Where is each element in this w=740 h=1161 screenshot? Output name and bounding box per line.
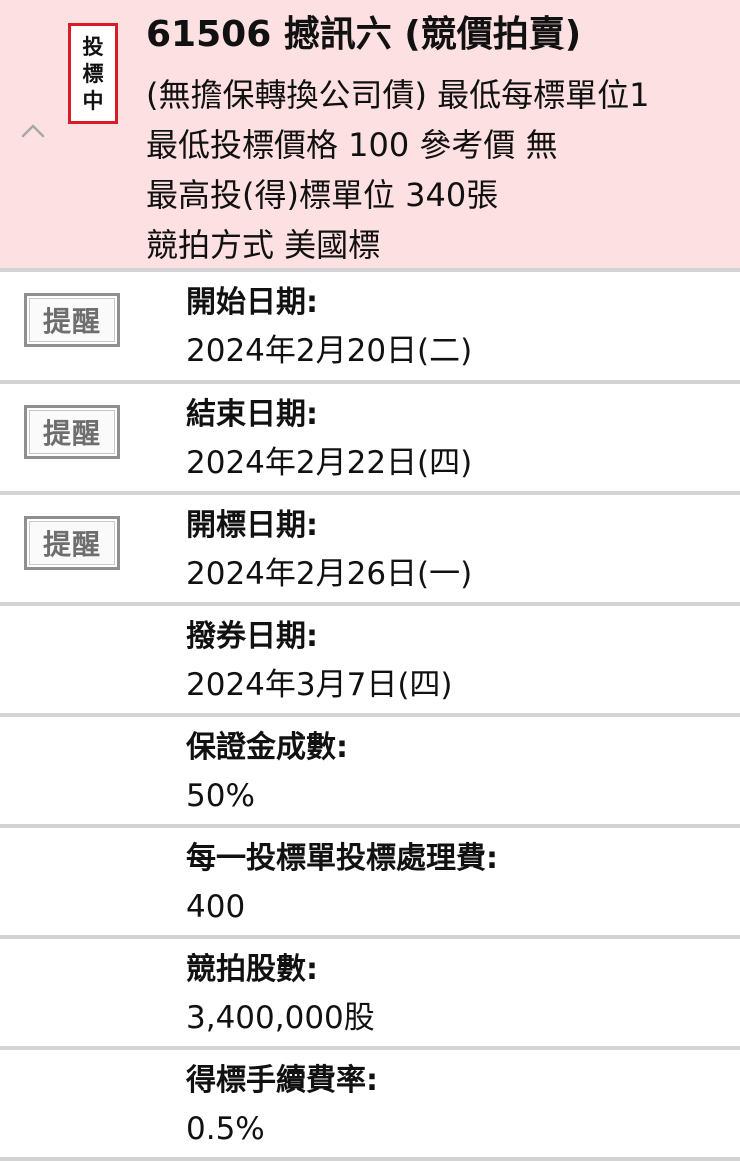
remind-button[interactable]: 提醒 bbox=[24, 405, 120, 459]
detail-row-processing-fee: 每一投標單投標處理費: 400 bbox=[0, 824, 740, 936]
detail-value: 50% bbox=[186, 778, 255, 814]
bond-type-line: (無擔保轉換公司債) 最低每標單位1 bbox=[146, 76, 650, 114]
detail-value: 2024年3月7日(四) bbox=[186, 667, 453, 703]
max-units-line: 最高投(得)標單位 340張 bbox=[146, 176, 499, 214]
detail-label: 結束日期: bbox=[186, 397, 318, 432]
min-price-line: 最低投標價格 100 參考價 無 bbox=[146, 126, 558, 164]
auction-method-line: 競拍方式 美國標 bbox=[146, 226, 381, 264]
detail-label: 得標手續費率: bbox=[186, 1063, 378, 1098]
chevron-up-icon[interactable] bbox=[20, 121, 46, 139]
detail-label: 開標日期: bbox=[186, 508, 318, 543]
detail-value: 2024年2月26日(一) bbox=[186, 556, 473, 592]
detail-row-allocation-date: 撥券日期: 2024年3月7日(四) bbox=[0, 602, 740, 714]
detail-row-auction-shares: 競拍股數: 3,400,000股 bbox=[0, 935, 740, 1047]
status-stamp-char: 中 bbox=[82, 88, 104, 113]
remind-button[interactable]: 提醒 bbox=[24, 516, 120, 570]
detail-value: 2024年2月22日(四) bbox=[186, 445, 473, 481]
detail-value: 2024年2月20日(二) bbox=[186, 333, 473, 369]
detail-value: 400 bbox=[186, 889, 246, 925]
auction-header[interactable]: 投 標 中 61506 撼訊六 (競價拍賣) (無擔保轉換公司債) 最低每標單位… bbox=[0, 0, 740, 268]
status-stamp: 投 標 中 bbox=[68, 23, 118, 124]
detail-value: 3,400,000股 bbox=[186, 1000, 375, 1036]
detail-row-start-date: 提醒 開始日期: 2024年2月20日(二) bbox=[0, 268, 740, 380]
divider bbox=[0, 1157, 740, 1161]
remind-button[interactable]: 提醒 bbox=[24, 293, 120, 347]
detail-label: 競拍股數: bbox=[186, 952, 318, 987]
detail-label: 每一投標單投標處理費: bbox=[186, 841, 498, 876]
detail-label: 保證金成數: bbox=[186, 730, 348, 765]
detail-row-bid-opening-date: 提醒 開標日期: 2024年2月26日(一) bbox=[0, 491, 740, 603]
auction-title: 61506 撼訊六 (競價拍賣) bbox=[146, 14, 582, 55]
detail-value: 0.5% bbox=[186, 1111, 265, 1147]
detail-row-winning-fee-rate: 得標手續費率: 0.5% bbox=[0, 1046, 740, 1158]
detail-label: 撥券日期: bbox=[186, 619, 318, 654]
status-stamp-char: 標 bbox=[82, 61, 104, 86]
detail-row-margin-ratio: 保證金成數: 50% bbox=[0, 713, 740, 825]
detail-label: 開始日期: bbox=[186, 285, 318, 320]
status-stamp-char: 投 bbox=[82, 34, 104, 59]
detail-row-end-date: 提醒 結束日期: 2024年2月22日(四) bbox=[0, 380, 740, 492]
